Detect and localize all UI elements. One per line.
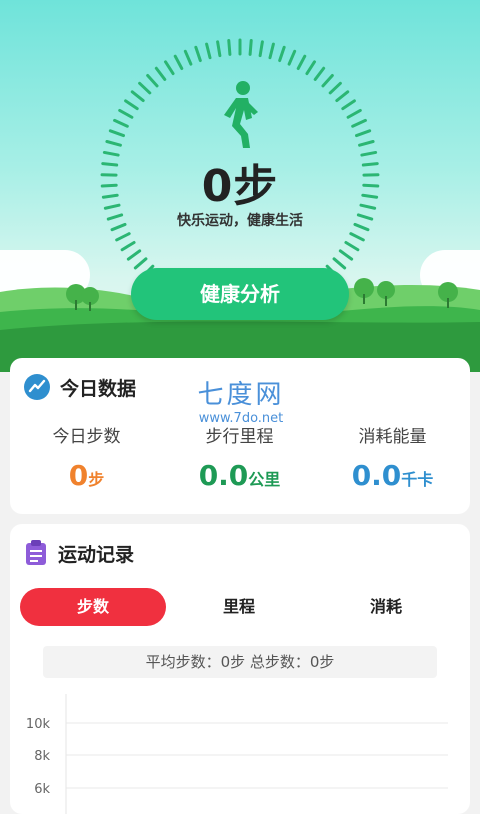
dial-tick xyxy=(340,251,351,259)
dial-tick xyxy=(120,110,132,117)
dial-tick xyxy=(122,242,134,249)
steps-summary: 平均步数：0步 总步数：0步 xyxy=(43,646,437,678)
dial-tick xyxy=(250,40,251,54)
sport-record-header: 运动记录 xyxy=(24,538,134,568)
stat-distance: 步行里程 0.0公里 xyxy=(163,422,316,492)
dial-tick xyxy=(307,62,315,74)
dial-tick xyxy=(348,110,360,117)
watermark: 七度网 www.7do.net xyxy=(186,374,296,426)
dial-tick xyxy=(323,75,332,85)
dial-tick xyxy=(343,101,355,109)
dial-tick xyxy=(140,83,150,93)
dial-tick xyxy=(289,51,295,64)
today-data-header: 今日数据 xyxy=(24,372,136,402)
sport-record-card: 运动记录 步数 里程 消耗 平均步数：0步 总步数：0步 10k 8k 6k xyxy=(10,524,470,814)
watermark-logo: 七度网 xyxy=(186,374,296,411)
dial-tick xyxy=(337,92,348,101)
step-count: 0步 xyxy=(0,150,480,214)
stat-label: 步行里程 xyxy=(163,422,316,447)
tab-steps[interactable]: 步数 xyxy=(20,588,166,626)
dial-tick xyxy=(346,242,358,249)
dial-tick xyxy=(196,47,200,60)
dial-tick xyxy=(207,44,210,58)
dial-tick xyxy=(353,120,366,126)
dial-tick xyxy=(315,68,323,79)
dial-tick xyxy=(357,131,370,136)
y-tick-10k: 10k xyxy=(26,717,51,732)
walking-person-icon xyxy=(218,80,264,150)
stat-label: 消耗能量 xyxy=(316,422,469,447)
slogan: 快乐运动，健康生活 xyxy=(0,210,480,230)
dial-tick xyxy=(166,62,174,74)
stat-label: 今日步数 xyxy=(10,422,163,447)
sport-record-title: 运动记录 xyxy=(58,540,134,567)
today-data-title: 今日数据 xyxy=(60,374,136,401)
dial-tick xyxy=(298,56,305,68)
y-tick-6k: 6k xyxy=(34,782,50,797)
dial-tick xyxy=(330,83,340,93)
dial-tick xyxy=(126,101,138,109)
dial-tick xyxy=(110,131,123,136)
tab-energy[interactable]: 消耗 xyxy=(312,588,460,626)
dial-tick xyxy=(128,251,139,259)
dial-tick xyxy=(229,40,230,54)
dial-tick xyxy=(260,42,262,56)
dial-tick xyxy=(117,234,130,240)
y-tick-8k: 8k xyxy=(34,749,50,764)
dial-tick xyxy=(156,68,164,79)
trend-icon xyxy=(24,374,50,400)
stat-energy: 消耗能量 0.0千卡 xyxy=(316,422,469,492)
tab-distance[interactable]: 里程 xyxy=(166,588,312,626)
dial-tick xyxy=(218,42,220,56)
record-tabs: 步数 里程 消耗 xyxy=(20,588,460,626)
dial-tick xyxy=(185,51,191,64)
dial-tick xyxy=(270,44,273,58)
hero-banner: 0步 快乐运动，健康生活 健康分析 xyxy=(0,0,480,372)
dial-tick xyxy=(132,92,143,101)
dial-tick xyxy=(107,142,121,146)
health-analysis-button[interactable]: 健康分析 xyxy=(131,268,349,320)
dial-tick xyxy=(334,259,345,268)
stat-steps: 今日步数 0步 xyxy=(10,422,163,492)
clipboard-icon xyxy=(24,540,48,566)
dial-tick xyxy=(148,75,157,85)
dial-tick xyxy=(360,142,374,146)
today-data-card: 今日数据 七度网 www.7do.net 今日步数 0步 步行里程 0.0公里 … xyxy=(10,358,470,514)
dial-tick xyxy=(135,259,146,268)
dial-tick xyxy=(351,234,364,240)
dial-tick xyxy=(175,56,182,68)
stat-value: 0步 xyxy=(10,459,163,492)
stat-value: 0.0公里 xyxy=(163,459,316,492)
dial-tick xyxy=(280,47,284,60)
stat-value: 0.0千卡 xyxy=(316,459,469,492)
dial-tick xyxy=(115,120,128,126)
steps-chart: 10k 8k 6k xyxy=(10,694,470,814)
